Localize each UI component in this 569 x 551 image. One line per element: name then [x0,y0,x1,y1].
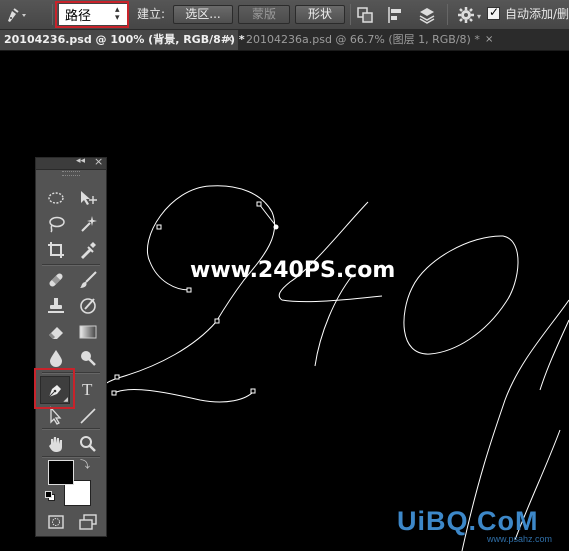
gradient-tool-icon [79,325,97,339]
marquee-tool-icon [48,192,64,204]
mask-button[interactable]: 蒙版 [238,5,290,24]
hand-tool-icon [49,437,62,452]
path-operations-icon[interactable] [355,5,375,25]
tools-panel-header[interactable]: ◂◂ × [36,155,106,170]
path-arrangement-icon[interactable] [417,5,437,25]
mode-select-highlight [55,1,129,28]
type-tool[interactable]: T [74,376,102,400]
marquee-tool[interactable] [42,186,70,210]
screen-mode-icon [79,514,97,530]
site-logo: UiBQ.CoM [397,506,539,536]
auto-add-checkbox[interactable]: ✓ [487,5,500,20]
tab-label: 20104236a.psd @ 66.7% (图层 1, RGB/8) * [246,33,480,46]
gear-icon[interactable] [456,5,476,25]
move-tool[interactable] [74,186,102,210]
blur-tool[interactable] [42,346,70,370]
dodge-tool[interactable] [74,346,102,370]
zoom-tool[interactable] [74,432,102,456]
separator [52,4,53,25]
close-icon[interactable]: × [225,30,233,50]
pen-tool-highlight [34,368,75,409]
close-icon[interactable]: × [485,30,493,50]
history-brush-tool[interactable] [74,294,102,318]
gear-dropdown-icon[interactable]: ▾ [477,12,481,21]
make-label: 建立: [137,7,166,21]
auto-add-label: 自动添加/删 [505,7,569,21]
svg-text:T: T [82,380,93,398]
separator [350,4,351,25]
brush-tool-icon [80,271,97,288]
brush-tool[interactable] [74,268,102,292]
lasso-tool-icon [49,216,65,233]
tab-document-1[interactable]: 20104236.psd @ 100% (背景, RGB/8#) * × [0,30,245,50]
quick-mask-icon [48,515,64,529]
eyedropper-tool[interactable] [74,238,102,262]
tools-panel: ◂◂ × ◢ T ⤵ [35,155,107,537]
crop-tool-icon [48,242,64,258]
tab-document-2[interactable]: 20104236a.psd @ 66.7% (图层 1, RGB/8) * × [242,30,500,50]
separator [42,264,100,266]
swap-colors-icon[interactable]: ⤵ [80,456,90,471]
magic-wand-tool[interactable] [74,212,102,236]
drag-grip[interactable] [62,171,80,176]
clone-stamp-tool[interactable] [42,294,70,318]
default-colors-icon[interactable] [45,491,55,501]
clone-stamp-tool-icon [48,298,64,313]
path-alignment-icon[interactable] [385,5,405,25]
hand-tool[interactable] [42,432,70,456]
pen-tool-icon[interactable] [4,5,26,25]
path-selection-tool-icon [50,406,62,425]
foreground-color-swatch[interactable] [48,460,74,485]
line-tool-icon [80,408,96,424]
type-tool-icon: T [82,380,93,398]
checkmark-icon: ✓ [489,5,500,19]
shape-button[interactable]: 形状 [295,5,345,24]
line-tool[interactable] [74,404,102,428]
options-bar: 路径 ▴ ▾ 建立: 选区... 蒙版 形状 ▾ ✓ 自动添加/删 [0,0,569,30]
separator [42,456,100,458]
selection-button[interactable]: 选区... [173,5,233,24]
healing-brush-tool-icon [49,273,63,287]
blur-tool-icon [50,350,62,367]
quick-mask-button[interactable] [42,510,70,534]
eyedropper-tool-icon [81,242,96,259]
dodge-tool-icon [81,351,96,366]
separator [447,4,448,25]
lasso-tool[interactable] [42,212,70,236]
gradient-tool[interactable] [74,320,102,344]
eraser-tool[interactable] [42,320,70,344]
move-tool-icon [81,191,97,205]
screen-mode-button[interactable] [74,510,102,534]
eraser-tool-icon [49,327,63,339]
tab-label: 20104236.psd @ 100% (背景, RGB/8#) * [4,33,245,46]
site-logo-subtitle: www.psahz.com [487,534,553,544]
crop-tool[interactable] [42,238,70,262]
watermark-text: www.240PS.com [190,258,396,283]
close-icon[interactable]: × [94,155,103,168]
healing-brush-tool[interactable] [42,268,70,292]
history-brush-tool-icon [80,298,96,314]
magic-wand-tool-icon [81,216,97,232]
collapse-icon[interactable]: ◂◂ [76,156,85,166]
zoom-tool-icon [80,436,96,452]
document-tab-strip: 20104236.psd @ 100% (背景, RGB/8#) * × 201… [0,30,569,51]
separator [42,428,100,430]
